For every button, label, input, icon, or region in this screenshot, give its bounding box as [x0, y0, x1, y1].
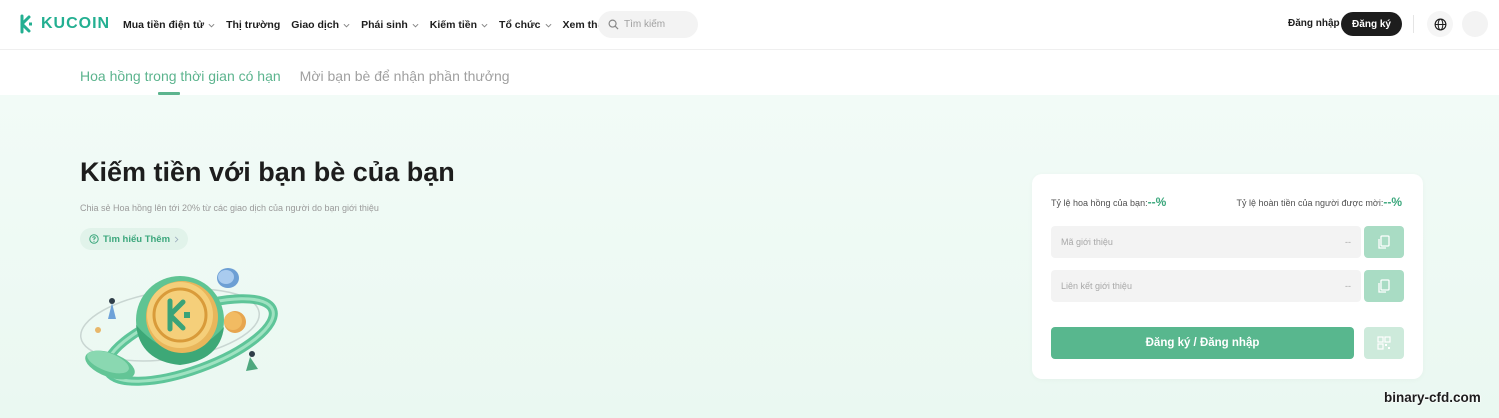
copy-referral-code-button[interactable]: [1364, 226, 1404, 258]
chevron-down-icon: [545, 23, 551, 28]
cashback-rate-label: Tỷ lệ hoàn tiền của người được mời:: [1236, 198, 1384, 208]
nav-label: Mua tiền điện tử: [123, 19, 205, 31]
referral-card: Tỷ lệ hoa hồng của bạn:--% Tỷ lệ hoàn ti…: [1032, 174, 1423, 379]
top-navbar: KUCOIN Mua tiền điện tử Thị trường Giao …: [0, 0, 1499, 50]
nav-label: Giao dịch: [291, 19, 340, 31]
nav-label: Kiếm tiền: [429, 19, 478, 31]
commission-rate-label: Tỷ lệ hoa hồng của bạn:: [1051, 198, 1148, 208]
login-link[interactable]: Đăng nhập: [1288, 18, 1340, 29]
chevron-down-icon: [412, 23, 419, 28]
referral-code-label: Mã giới thiệu: [1061, 237, 1113, 247]
nav-markets[interactable]: Thị trường: [226, 19, 280, 31]
cashback-rate-value: --%: [1383, 195, 1402, 209]
copy-referral-link-button[interactable]: [1364, 270, 1404, 302]
commission-rate-value: --%: [1147, 195, 1167, 209]
main-nav: Mua tiền điện tử Thị trường Giao dịch Ph…: [123, 0, 624, 50]
kucoin-logo-icon: [20, 14, 32, 34]
copy-icon: [1378, 235, 1390, 249]
nav-label: Thị trường: [226, 19, 281, 31]
globe-icon: [1434, 18, 1446, 30]
referral-link-field[interactable]: Liên kết giới thiệu --: [1051, 270, 1361, 302]
learn-more-label: Tìm hiểu Thêm: [103, 233, 171, 245]
cashback-rate: Tỷ lệ hoàn tiền của người được mời:--%: [1237, 195, 1403, 209]
referral-tabs: Hoa hồng trong thời gian có hạn Mời bạn …: [80, 68, 510, 84]
qr-code-icon: [1377, 336, 1391, 350]
commission-rate: Tỷ lệ hoa hồng của bạn:--%: [1051, 195, 1166, 209]
chevron-down-icon: [208, 23, 215, 28]
language-button[interactable]: [1427, 11, 1453, 37]
copy-icon: [1378, 279, 1390, 293]
nav-label: Tổ chức: [499, 19, 541, 31]
nav-trade[interactable]: Giao dịch: [291, 19, 350, 31]
nav-institutional[interactable]: Tổ chức: [499, 19, 551, 31]
header-divider: [1413, 15, 1414, 33]
page-title: Kiếm tiền với bạn bè của bạn: [80, 157, 455, 187]
chevron-right-icon: [174, 236, 179, 242]
search-input[interactable]: [624, 19, 689, 30]
referral-link-label: Liên kết giới thiệu: [1061, 281, 1132, 291]
watermark: binary-cfd.com: [1384, 390, 1481, 405]
nav-buy-crypto[interactable]: Mua tiền điện tử: [123, 19, 215, 31]
tab-invite-rewards[interactable]: Mời bạn bè để nhận phần thưởng: [300, 68, 510, 84]
search-icon: [608, 19, 619, 30]
signup-login-button[interactable]: Đăng ký / Đăng nhập: [1051, 327, 1354, 359]
signup-button[interactable]: Đăng ký: [1341, 12, 1402, 36]
referral-code-field[interactable]: Mã giới thiệu --: [1051, 226, 1361, 258]
logo-text: KUCOIN: [41, 15, 111, 32]
hero-subtitle: Chia sẻ Hoa hồng lên tới 20% từ các giao…: [80, 203, 379, 213]
help-circle-icon: [89, 234, 99, 244]
chevron-down-icon: [343, 23, 350, 28]
coin-planet-illustration: [80, 268, 278, 386]
kucoin-logo[interactable]: KUCOIN: [17, 14, 110, 34]
nav-earn[interactable]: Kiếm tiền: [430, 19, 488, 31]
nav-derivatives[interactable]: Phái sinh: [361, 19, 419, 31]
learn-more-button[interactable]: Tìm hiểu Thêm: [80, 228, 189, 250]
qr-code-button[interactable]: [1364, 327, 1404, 359]
nav-label: Phái sinh: [361, 19, 408, 31]
tab-limited-commission[interactable]: Hoa hồng trong thời gian có hạn: [80, 68, 281, 84]
search-box[interactable]: [598, 11, 698, 38]
chevron-down-icon: [481, 23, 488, 28]
referral-code-value: --: [1345, 237, 1351, 247]
referral-link-value: --: [1345, 281, 1351, 291]
avatar[interactable]: [1462, 11, 1488, 37]
